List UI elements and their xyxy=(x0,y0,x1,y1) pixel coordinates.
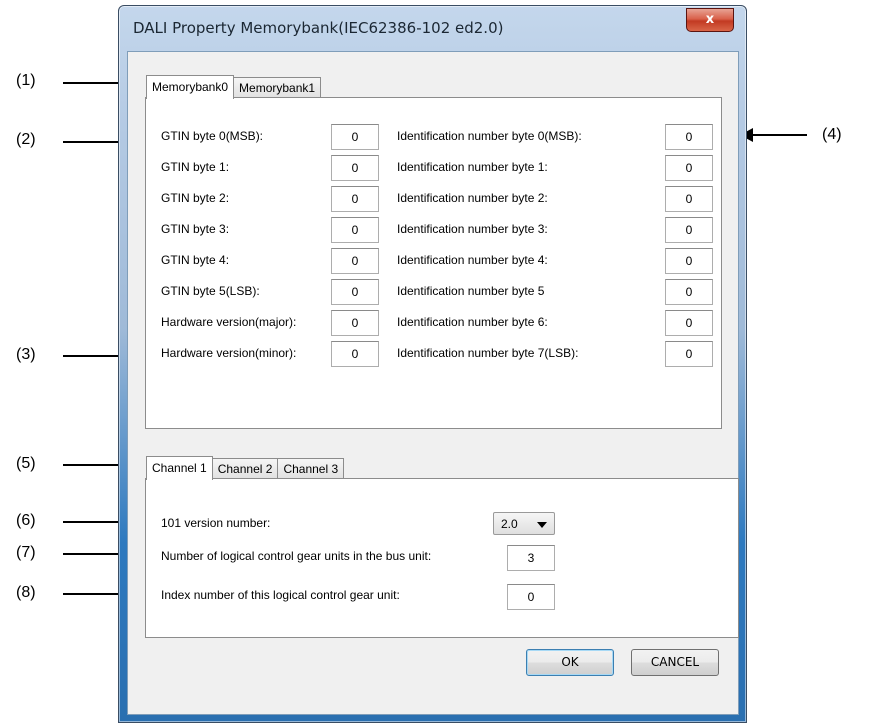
id-number-row-field-3[interactable]: 0 xyxy=(665,217,713,243)
tab-memorybank0[interactable]: Memorybank0 xyxy=(146,75,235,99)
callout-5: (5) xyxy=(16,455,36,472)
callout-arrow-3 xyxy=(63,349,135,363)
gtin-row-field-2[interactable]: 0 xyxy=(331,186,379,212)
logical-units-field[interactable]: 3 xyxy=(507,545,555,571)
tab-memorybank1[interactable]: Memorybank1 xyxy=(233,77,322,98)
memorybank-panel: GTIN byte 0(MSB): 0 GTIN byte 1: 0 GTIN byte… xyxy=(145,97,722,429)
title-bar[interactable]: DALI Property Memorybank(IEC62386-102 ed… xyxy=(119,6,746,51)
logical-units-label: Number of logical control gear units in … xyxy=(161,549,432,563)
dialog-client-area: Memorybank0 Memorybank1 GTIN byte 0(MSB)… xyxy=(127,51,739,715)
id-number-row-label-4: Identification number byte 4: xyxy=(397,253,548,267)
gtin-row-label-4: GTIN byte 4: xyxy=(161,253,230,267)
gtin-row-field-4[interactable]: 0 xyxy=(331,248,379,274)
gtin-row-label-7: Hardware version(minor): xyxy=(161,346,297,360)
callout-arrow-2 xyxy=(63,135,135,149)
callout-4: (4) xyxy=(822,126,842,143)
index-number-field[interactable]: 0 xyxy=(507,584,555,610)
version-number-select[interactable]: 2.0 xyxy=(493,512,555,535)
memorybank-tabs: Memorybank0 Memorybank1 xyxy=(146,75,322,99)
gtin-row-field-3[interactable]: 0 xyxy=(331,217,379,243)
dialog-window: DALI Property Memorybank(IEC62386-102 ed… xyxy=(118,5,747,723)
gtin-row-label-3: GTIN byte 3: xyxy=(161,222,230,236)
callout-1: (1) xyxy=(16,72,36,89)
callout-8: (8) xyxy=(16,584,36,601)
id-number-row-label-6: Identification number byte 6: xyxy=(397,315,548,329)
gtin-row-label-2: GTIN byte 2: xyxy=(161,191,230,205)
gtin-row-field-1[interactable]: 0 xyxy=(331,155,379,181)
ok-button[interactable]: OK xyxy=(526,649,614,676)
index-number-label: Index number of this logical control gea… xyxy=(161,588,400,602)
tab-channel-3[interactable]: Channel 3 xyxy=(277,458,345,479)
version-number-value: 2.0 xyxy=(501,517,518,531)
gtin-row-label-5: GTIN byte 5(LSB): xyxy=(161,284,260,298)
chevron-down-icon xyxy=(537,522,547,528)
gtin-row-field-5[interactable]: 0 xyxy=(331,279,379,305)
close-button[interactable]: x xyxy=(686,8,734,32)
callout-6: (6) xyxy=(16,512,36,529)
id-number-row-field-2[interactable]: 0 xyxy=(665,186,713,212)
channel-panel: 101 version number: 2.0 Number of logica… xyxy=(145,478,739,638)
id-number-row-field-6[interactable]: 0 xyxy=(665,310,713,336)
id-number-row-field-4[interactable]: 0 xyxy=(665,248,713,274)
id-number-row-label-0: Identification number byte 0(MSB): xyxy=(397,129,582,143)
tab-channel-2[interactable]: Channel 2 xyxy=(211,458,279,479)
id-number-row-label-2: Identification number byte 2: xyxy=(397,191,548,205)
version-number-label: 101 version number: xyxy=(161,516,271,530)
id-number-row-label-5: Identification number byte 5 xyxy=(397,284,545,298)
id-number-row-label-7: Identification number byte 7(LSB): xyxy=(397,346,579,360)
callout-arrow-1 xyxy=(63,76,135,90)
id-number-row-field-1[interactable]: 0 xyxy=(665,155,713,181)
id-number-row-label-1: Identification number byte 1: xyxy=(397,160,548,174)
gtin-row-label-0: GTIN byte 0(MSB): xyxy=(161,129,264,143)
id-number-row-field-7[interactable]: 0 xyxy=(665,341,713,367)
callout-arrow-4 xyxy=(740,128,807,142)
callout-2: (2) xyxy=(16,131,36,148)
callout-arrow-5 xyxy=(63,458,138,472)
channel-tabs: Channel 1 Channel 2 Channel 3 xyxy=(146,456,345,480)
id-number-row-label-3: Identification number byte 3: xyxy=(397,222,548,236)
callout-7: (7) xyxy=(16,544,36,561)
gtin-row-label-6: Hardware version(major): xyxy=(161,315,297,329)
gtin-row-field-0[interactable]: 0 xyxy=(331,124,379,150)
cancel-button[interactable]: CANCEL xyxy=(631,649,719,676)
callout-3: (3) xyxy=(16,346,36,363)
gtin-row-label-1: GTIN byte 1: xyxy=(161,160,230,174)
id-number-row-field-0[interactable]: 0 xyxy=(665,124,713,150)
gtin-row-field-6[interactable]: 0 xyxy=(331,310,379,336)
gtin-row-field-7[interactable]: 0 xyxy=(331,341,379,367)
window-title: DALI Property Memorybank(IEC62386-102 ed… xyxy=(133,19,504,37)
id-number-row-field-5[interactable]: 0 xyxy=(665,279,713,305)
tab-channel-1[interactable]: Channel 1 xyxy=(146,456,213,480)
